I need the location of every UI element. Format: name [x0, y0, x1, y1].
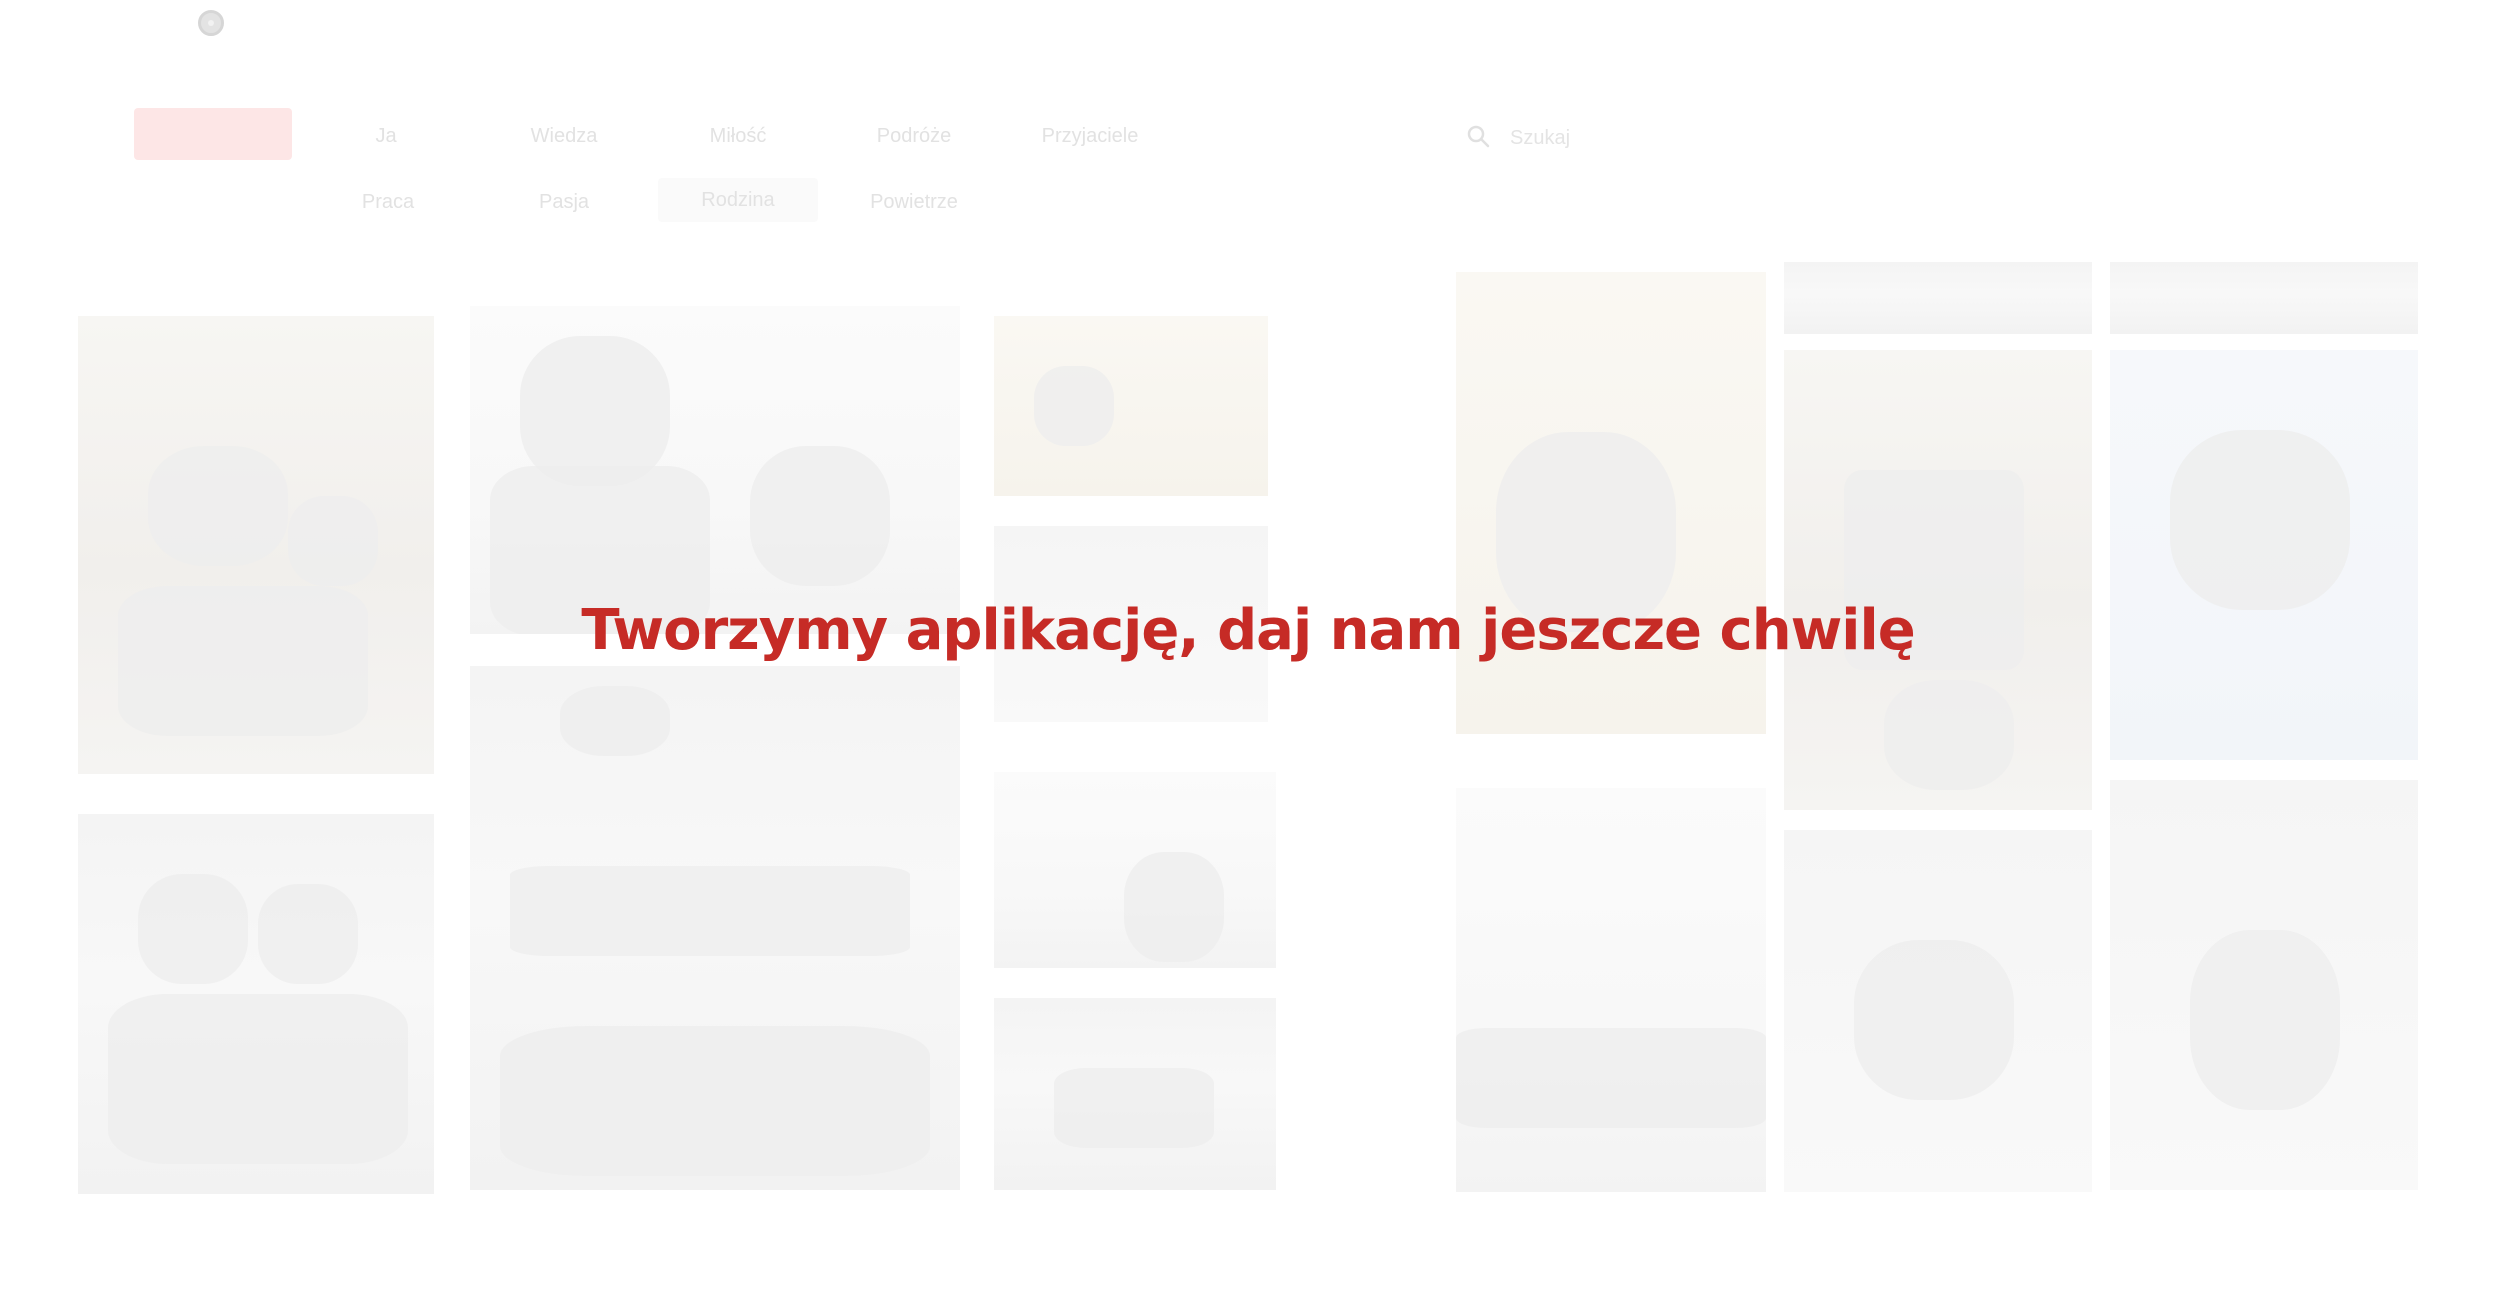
photo-tile[interactable]: [994, 316, 1268, 496]
search-icon[interactable]: [1466, 124, 1490, 148]
nav-item-praca[interactable]: Praca: [308, 180, 468, 224]
nav-item-podroze[interactable]: Podróże: [834, 114, 994, 158]
photo-tile[interactable]: [78, 814, 434, 1194]
photo-tile[interactable]: [2110, 350, 2418, 760]
photo-tile[interactable]: [994, 998, 1276, 1190]
settings-icon[interactable]: [198, 10, 224, 36]
nav-item-rodzina[interactable]: Rodzina: [658, 178, 818, 222]
loading-message: Tworzymy aplikację, daj nam jeszcze chwi…: [581, 598, 1915, 663]
nav-item-wiedza[interactable]: Wiedza: [484, 114, 644, 158]
photo-tile[interactable]: [78, 316, 434, 774]
photo-tile[interactable]: [2110, 780, 2418, 1190]
photo-tile[interactable]: [1784, 350, 2092, 810]
photo-tile[interactable]: [1456, 272, 1766, 734]
app-root: Ja Wiedza Miłość Podróże Przyjaciele Pra…: [0, 0, 2496, 1298]
photo-tile[interactable]: [1784, 262, 2092, 334]
search-box: [1460, 116, 1800, 160]
photo-tile[interactable]: [1456, 788, 1766, 1192]
photo-tile[interactable]: [470, 306, 960, 634]
nav-item-pasja[interactable]: Pasja: [484, 180, 644, 224]
nav-item-powietrze[interactable]: Powietrze: [834, 180, 994, 224]
photo-tile[interactable]: [1784, 830, 2092, 1192]
photo-tile[interactable]: [2110, 262, 2418, 334]
search-input[interactable]: [1508, 120, 1792, 156]
photo-tile[interactable]: [470, 666, 960, 1190]
home-button[interactable]: [134, 108, 292, 160]
nav-item-ja[interactable]: Ja: [306, 114, 466, 158]
photo-tile[interactable]: [994, 772, 1276, 968]
nav-item-przyjaciele[interactable]: Przyjaciele: [1010, 114, 1170, 158]
nav-item-milosc[interactable]: Miłość: [658, 114, 818, 158]
